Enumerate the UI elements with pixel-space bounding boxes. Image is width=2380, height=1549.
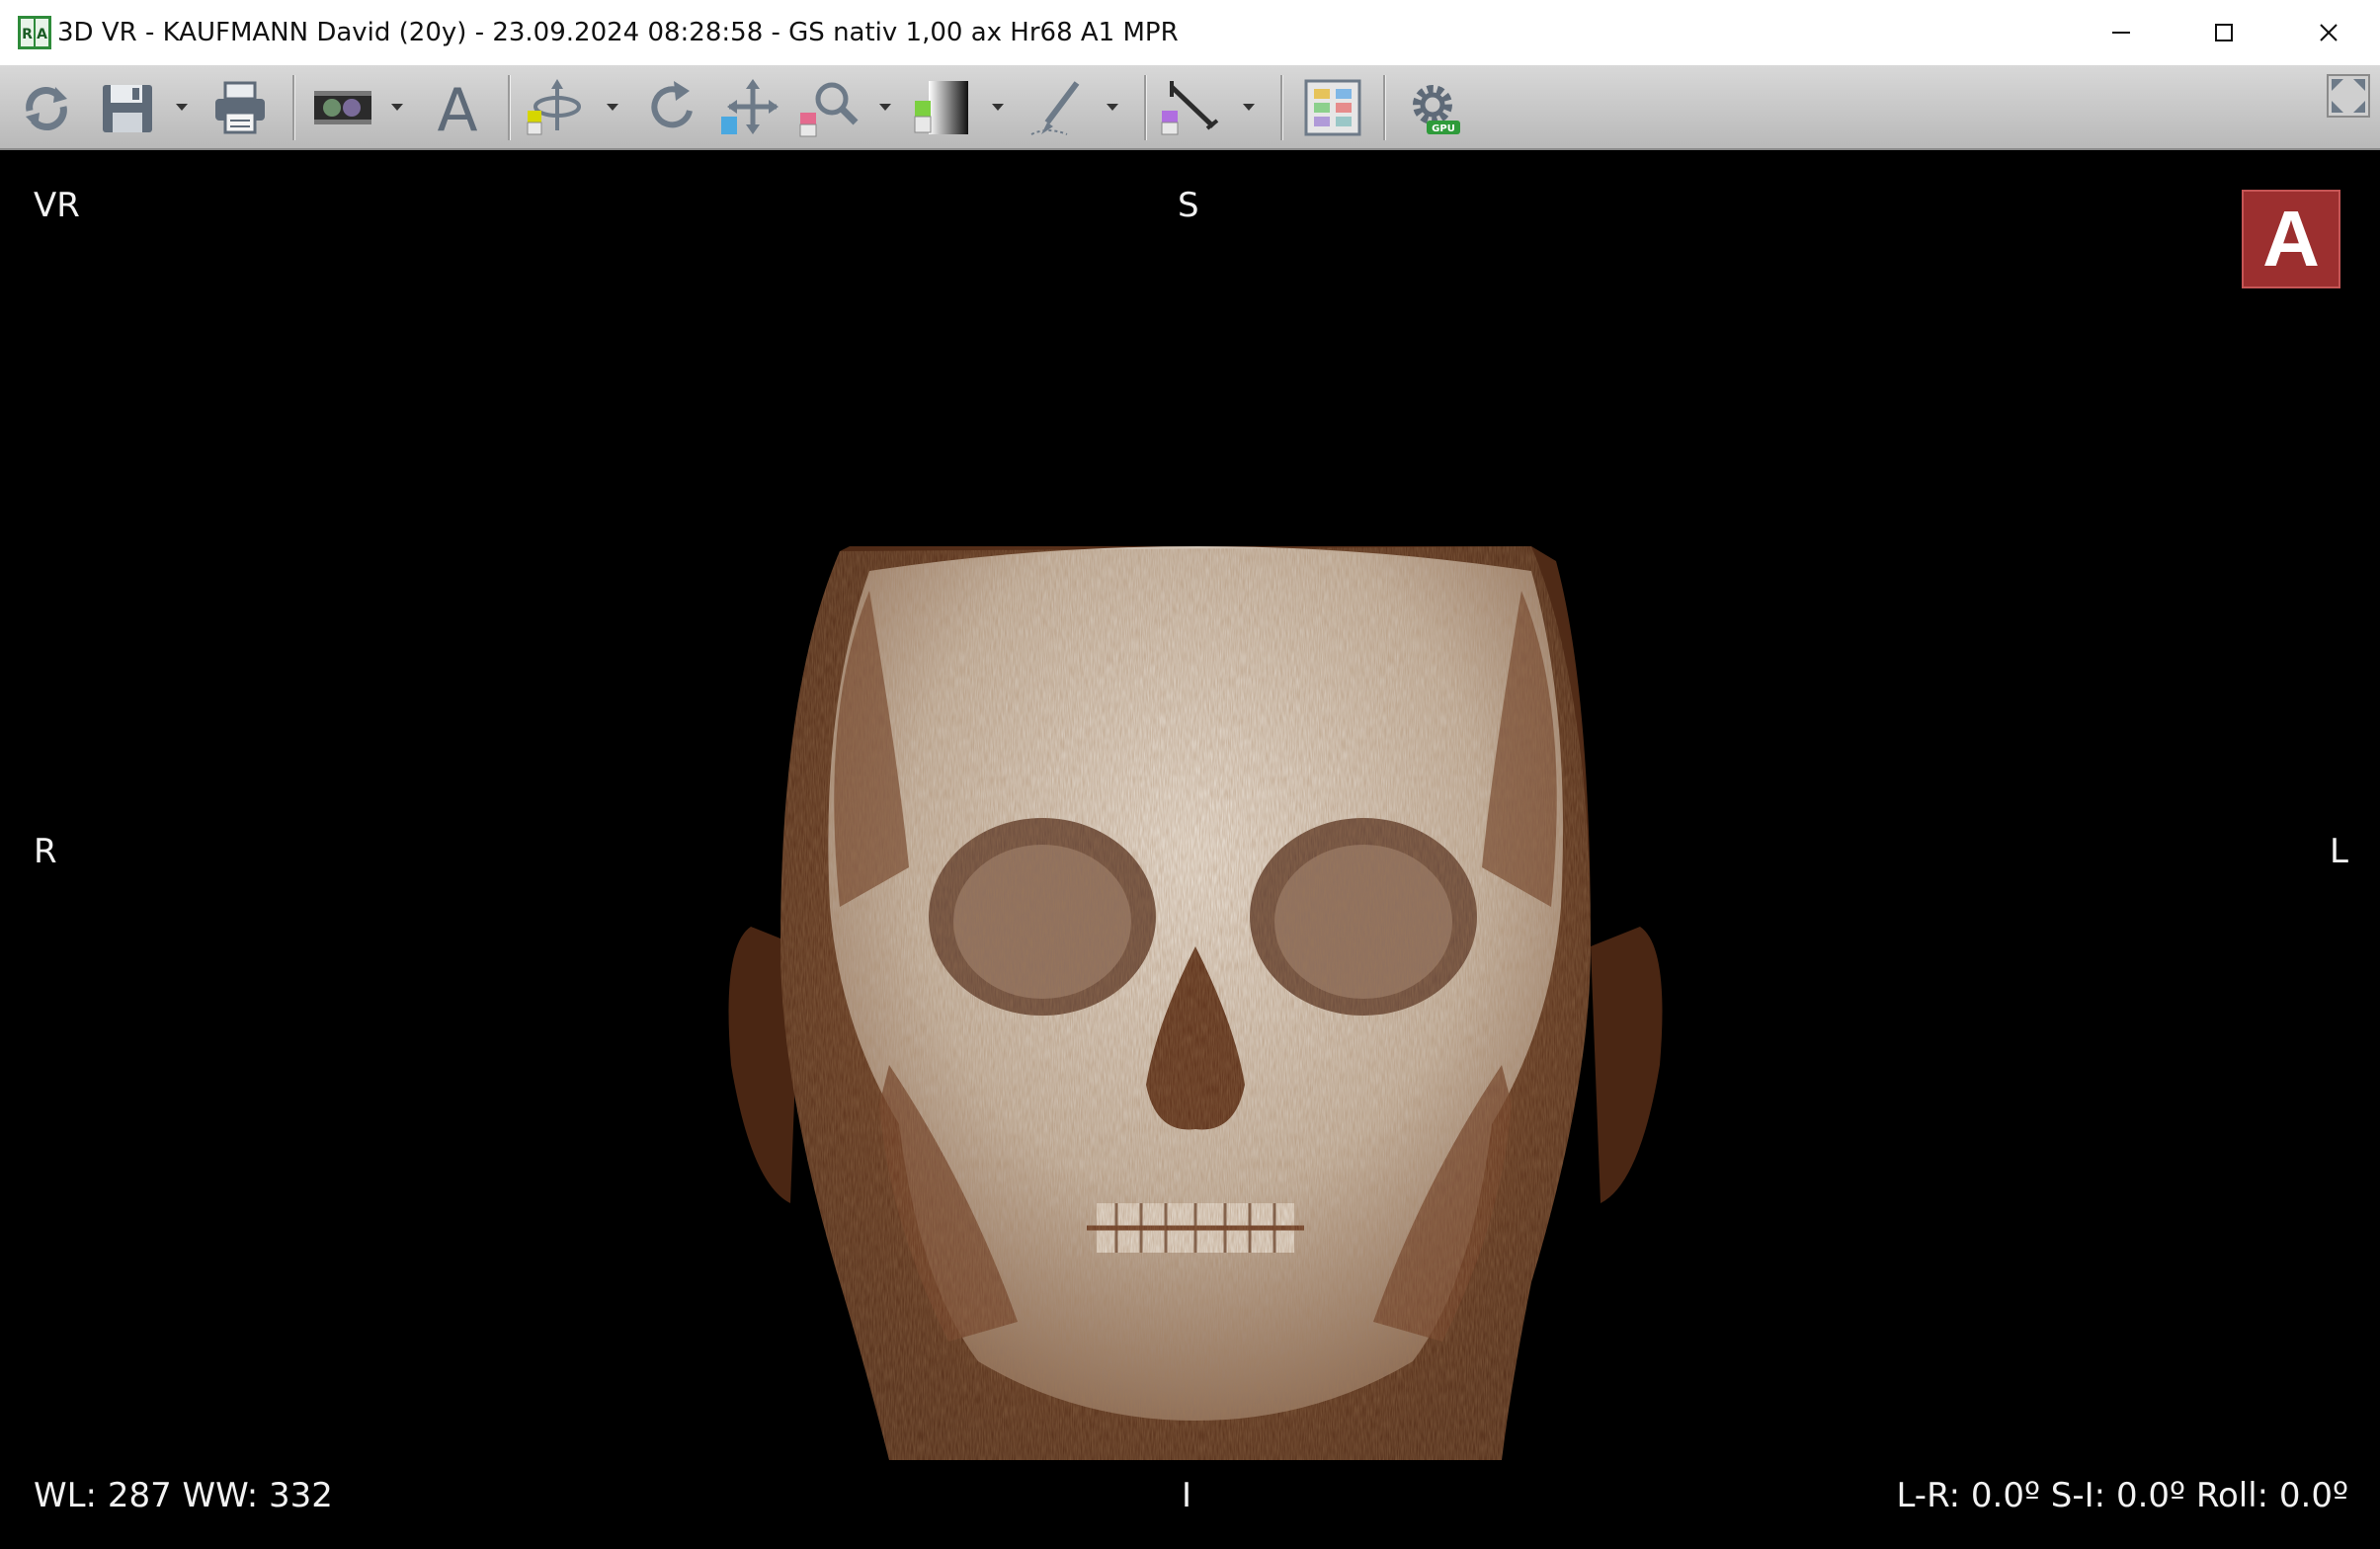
rotate-3d-icon [527,79,581,135]
measure-icon [1161,81,1219,135]
chevron-down-icon [1107,104,1118,111]
close-button[interactable] [2277,0,2380,65]
chevron-down-icon [879,104,891,111]
gpu-settings-button[interactable]: GPU [1403,77,1464,138]
reset-view-button[interactable] [16,77,77,138]
window-level-readout: WL: 287 WW: 332 [34,1476,333,1515]
rotation-readout: L-R: 0.0º S-I: 0.0º Roll: 0.0º [1896,1476,2348,1515]
orientation-top-label: S [1178,186,1199,225]
rotate-button[interactable] [642,77,703,138]
chevron-down-icon [1243,104,1255,111]
window-level-button[interactable] [911,77,972,138]
svg-text:A: A [437,77,477,138]
layout-grid-button[interactable] [1302,77,1363,138]
chevron-down-icon [992,104,1004,111]
print-button[interactable] [209,77,271,138]
stereo-view-icon [314,91,371,124]
orientation-cube[interactable]: A [2242,190,2340,288]
save-dropdown[interactable] [174,99,190,115]
fullscreen-icon [2327,74,2370,118]
3d-viewport[interactable]: VR S R L I WL: 287 WW: 332 L-R: 0.0º S-I… [0,150,2380,1549]
minimize-button[interactable] [2070,0,2173,65]
stereo-dropdown[interactable] [389,99,405,115]
save-button[interactable] [97,77,158,138]
pan-icon [721,79,779,134]
maximize-button[interactable] [2173,0,2275,65]
print-icon [215,81,265,134]
mode-label: VR [34,186,80,225]
zoom-button[interactable] [798,77,860,138]
chevron-down-icon [176,104,188,111]
svg-text:R: R [22,27,33,42]
close-icon [2320,24,2338,41]
volume-render-skull[interactable] [721,393,1670,1460]
pan-button[interactable] [719,77,780,138]
scalpel-dropdown[interactable] [1105,99,1120,115]
toolbar: A GPU [0,65,2380,150]
annotation-text-button[interactable]: A [427,76,488,145]
svg-text:A: A [37,27,47,42]
window-title: 3D VR - KAUFMANN David (20y) - 23.09.202… [57,18,1179,47]
window-level-icon [914,81,968,134]
save-icon [103,85,152,132]
orientation-right-label: L [2330,832,2348,871]
measure-dropdown[interactable] [1241,99,1257,115]
scalpel-cut-icon [1030,81,1080,135]
maximize-icon [2215,24,2233,41]
scalpel-cut-button[interactable] [1027,77,1089,138]
stereo-view-button[interactable] [312,77,373,138]
minimize-icon [2112,32,2130,34]
title-bar: R A 3D VR - KAUFMANN David (20y) - 23.09… [0,0,2380,65]
window-level-dropdown[interactable] [990,99,1006,115]
measure-button[interactable] [1158,77,1219,138]
radiant-app-icon: R A [18,16,51,49]
fullscreen-button[interactable] [2326,73,2371,119]
rotate-3d-button[interactable] [524,77,585,138]
zoom-dropdown[interactable] [877,99,893,115]
rotate-icon [651,81,693,128]
chevron-down-icon [391,104,403,111]
chevron-down-icon [607,104,618,111]
orientation-left-label: R [34,832,57,871]
gpu-settings-icon: GPU [1413,85,1460,134]
zoom-icon [799,82,859,137]
reset-view-icon [26,87,67,130]
orientation-bottom-label: I [1182,1476,1192,1515]
rotate-3d-dropdown[interactable] [605,99,620,115]
svg-text:GPU: GPU [1432,123,1455,134]
layout-grid-icon [1304,79,1361,136]
annotation-text-icon: A [437,76,477,145]
